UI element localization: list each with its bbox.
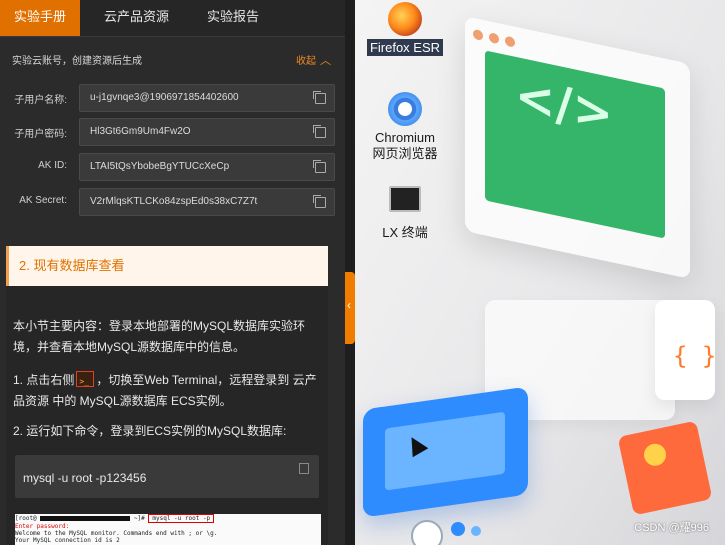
- copy-icon[interactable]: [299, 463, 309, 474]
- collapse-label: 收起: [296, 56, 316, 67]
- braces-icon: { }: [673, 342, 717, 370]
- copy-icon[interactable]: [313, 160, 326, 173]
- section-header: 2. 现有数据库查看: [6, 246, 328, 286]
- desktop-icon-label: Firefox ESR: [366, 39, 444, 56]
- lab-manual-panel: 实验手册 云产品资源 实验报告 实验云账号，创建资源后生成 收起 ︿ 子用户名称:…: [0, 0, 345, 545]
- section-intro: 本小节主要内容：登录本地部署的MySQL数据库实验环境，并查看本地MySQL源数…: [13, 319, 306, 354]
- watermark: CSDN @耀996: [634, 522, 709, 534]
- desktop-area: </> { } Firefox ESR Chromium 网页浏览器 LX 终端…: [355, 0, 725, 545]
- copy-icon[interactable]: [313, 91, 326, 104]
- copy-icon[interactable]: [313, 195, 326, 208]
- decorative-circle: [411, 520, 443, 545]
- manual-section: 2. 现有数据库查看 本小节主要内容：登录本地部署的MySQL数据库实验环境，并…: [6, 246, 328, 545]
- collapse-button[interactable]: 收起 ︿: [296, 52, 331, 68]
- step-1-prefix: 1. 点击右侧: [13, 373, 75, 387]
- panel-collapse-handle[interactable]: [345, 272, 355, 344]
- terminal-prompt: [root@: [15, 515, 37, 522]
- field-label: AK Secret:: [19, 195, 67, 206]
- desktop-icon-label: Chromium 网页浏览器: [372, 130, 438, 161]
- terminal-line: Welcome to the MySQL monitor. Commands e…: [15, 530, 218, 537]
- terminal-command: mysql -u root -p: [148, 514, 215, 523]
- command-text: mysql -u root -p123456: [23, 471, 147, 485]
- chromium-icon: [388, 92, 422, 126]
- firefox-icon: [388, 2, 422, 36]
- terminal-line: [root@ ~]# mysql -u root -p: [15, 514, 321, 523]
- terminal-screenshot: [root@ ~]# mysql -u root -p Enter passwo…: [15, 514, 321, 545]
- field-value: Hl3Gt6Gm9Um4Fw2O: [90, 126, 191, 137]
- field-value: V2rMlqsKTLCKo84zspEd0s38xC7Z7t: [90, 196, 258, 207]
- redacted-bar: [40, 516, 131, 521]
- terminal-line: Your MySQL connection id is 2: [15, 537, 120, 544]
- desktop-icon-label: LX 终端: [382, 225, 428, 240]
- step-2: 2. 运行如下命令，登录到ECS实例的MySQL数据库:: [13, 424, 287, 438]
- chevron-up-icon: ︿: [320, 55, 331, 67]
- field-ak-secret: AK Secret: V2rMlqsKTLCKo84zspEd0s38xC7Z7…: [0, 188, 345, 216]
- decorative-code-board: </>: [465, 16, 690, 279]
- tab-lab-manual[interactable]: 实验手册: [0, 0, 81, 36]
- decorative-orange-card: [617, 420, 713, 516]
- decorative-dot: [471, 526, 481, 536]
- terminal-icon: [389, 186, 421, 212]
- command-block: mysql -u root -p123456: [15, 455, 319, 498]
- terminal-line: Enter password:: [15, 523, 70, 530]
- terminal-toggle-icon[interactable]: [76, 371, 95, 392]
- account-header-text: 实验云账号，创建资源后生成: [12, 56, 142, 67]
- username-value[interactable]: u-j1gvnqe3@1906971854402600: [79, 84, 335, 112]
- field-ak-id: AK ID: LTAI5tQsYbobeBgYTUCcXeCp: [0, 153, 345, 181]
- tab-cloud-resources[interactable]: 云产品资源: [90, 0, 183, 36]
- ak-secret-value[interactable]: V2rMlqsKTLCKo84zspEd0s38xC7Z7t: [79, 188, 335, 216]
- copy-icon[interactable]: [313, 125, 326, 138]
- field-username: 子用户名称: u-j1gvnqe3@1906971854402600: [0, 84, 345, 112]
- step-1: 1. 点击右侧，切换至Web Terminal，远程登录到 云产品资源 中的 M…: [13, 370, 318, 412]
- password-value[interactable]: Hl3Gt6Gm9Um4Fw2O: [79, 118, 335, 146]
- tab-lab-report[interactable]: 实验报告: [193, 0, 273, 36]
- decorative-blue-card: [363, 386, 528, 518]
- desktop-icon-firefox[interactable]: Firefox ESR: [360, 2, 450, 56]
- field-label: 子用户密码:: [14, 129, 67, 140]
- field-label: AK ID:: [38, 160, 67, 171]
- account-header: 实验云账号，创建资源后生成 收起 ︿: [12, 52, 335, 70]
- desktop-icon-chromium[interactable]: Chromium 网页浏览器: [360, 92, 450, 162]
- field-value: LTAI5tQsYbobeBgYTUCcXeCp: [90, 161, 230, 172]
- section-title: 2. 现有数据库查看: [19, 258, 125, 273]
- window-dots: [473, 26, 521, 54]
- field-label: 子用户名称:: [14, 95, 67, 106]
- field-value: u-j1gvnqe3@1906971854402600: [90, 92, 239, 103]
- field-password: 子用户密码: Hl3Gt6Gm9Um4Fw2O: [0, 118, 345, 146]
- ak-id-value[interactable]: LTAI5tQsYbobeBgYTUCcXeCp: [79, 153, 335, 181]
- decorative-dot: [451, 522, 465, 536]
- panel-tabs: 实验手册 云产品资源 实验报告: [0, 0, 345, 37]
- desktop-icon-terminal[interactable]: LX 终端: [360, 182, 450, 241]
